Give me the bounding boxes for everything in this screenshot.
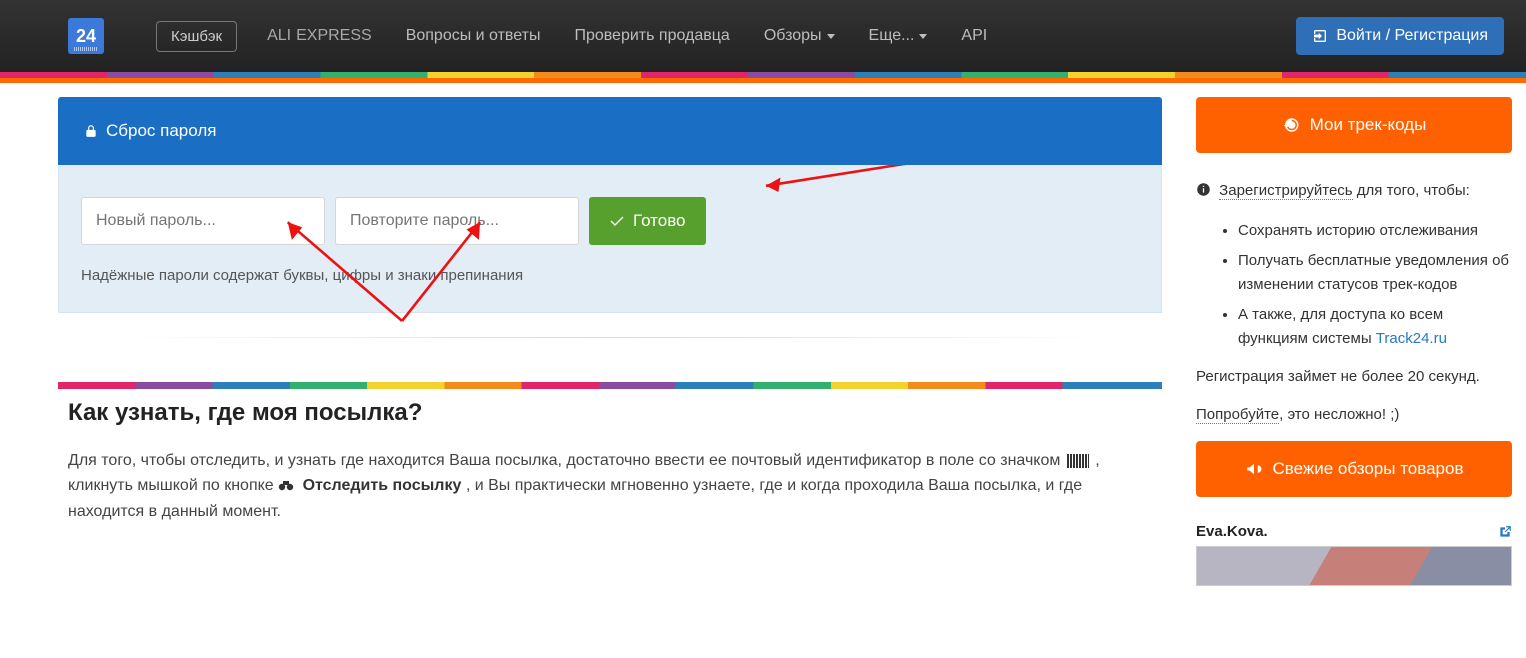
nav-cashback[interactable]: Кэшбэк [156,21,237,52]
reset-password-header: Сброс пароля [58,97,1162,165]
review-author[interactable]: Eva.Kova. [1196,523,1268,540]
site-link[interactable]: Track24.ru [1376,330,1447,347]
article-heading: Как узнать, где моя посылка? [68,399,1152,427]
faded-divider [114,337,1106,338]
sidebar: Мои трек-коды Зарегистрируйтесь для того… [1196,97,1512,586]
article-paragraph: Для того, чтобы отследить, и узнать где … [68,449,1152,524]
sidebar-register-block: Зарегистрируйтесь для того, чтобы: Сохра… [1196,179,1512,427]
info-icon [1196,181,1211,205]
benefit-list: Сохранять историю отслеживания Получать … [1196,219,1512,351]
nav-more[interactable]: Еще... [869,27,928,45]
nav-api[interactable]: API [961,27,987,45]
my-trackcodes-label: Мои трек-коды [1310,115,1427,135]
article-text-a: Для того, чтобы отследить, и узнать где … [68,452,1065,469]
review-thumbnail[interactable] [1196,546,1512,586]
benefit-item: Получать бесплатные уведомления об измен… [1238,249,1512,297]
ali-part2: EXPRESS [296,27,372,45]
track-package-bold: Отследить посылку [303,477,462,494]
annotation-arrows [59,165,1161,342]
nav-aliexpress[interactable]: ALI EXPRESS [267,27,372,45]
login-label: Войти / Регистрация [1336,27,1488,45]
password-hint: Надёжные пароли содержат буквы, цифры и … [81,267,1139,284]
new-password-input[interactable] [81,197,325,245]
reset-password-panel: Готово Надёжные пароли содержат буквы, ц… [58,165,1162,313]
my-trackcodes-button[interactable]: Мои трек-коды [1196,97,1512,153]
megaphone-icon [1245,460,1263,478]
reset-password-title: Сброс пароля [106,121,216,141]
try-link[interactable]: Попробуйте [1196,406,1279,424]
site-logo[interactable]: 24 [68,18,104,54]
nav-more-label: Еще... [869,27,915,45]
repeat-password-input[interactable] [335,197,579,245]
chevron-down-icon [919,34,927,39]
nav-questions-answers[interactable]: Вопросы и ответы [406,27,541,45]
nav-check-seller[interactable]: Проверить продавца [574,27,729,45]
benefit-item: А также, для доступа ко всем функциям си… [1238,303,1512,351]
navbar: 24 Кэшбэк ALI EXPRESS Вопросы и ответы Пр… [0,0,1526,72]
try-tail: , это несложно! ;) [1279,406,1399,423]
login-register-button[interactable]: Войти / Регистрация [1296,17,1504,55]
lock-icon [84,123,98,139]
register-tail: для того, чтобы: [1353,182,1470,199]
fresh-reviews-button[interactable]: Свежие обзоры товаров [1196,441,1512,497]
main-column: Сброс пароля Готово Надёжные пароли соде… [58,97,1162,534]
benefit-item: Сохранять историю отслеживания [1238,219,1512,243]
nav-reviews-label: Обзоры [764,27,822,45]
article: Как узнать, где моя посылка? Для того, ч… [58,389,1162,524]
nav-reviews[interactable]: Обзоры [764,27,835,45]
submit-button[interactable]: Готово [589,197,706,245]
register-time: Регистрация займет не более 20 секунд. [1196,365,1512,389]
external-link-icon[interactable] [1498,525,1512,539]
binoculars-icon [278,475,294,500]
history-icon [1282,116,1300,134]
check-icon [609,214,625,228]
barcode-icon [1067,454,1089,468]
login-icon [1312,28,1328,44]
submit-label: Готово [633,211,686,231]
chevron-down-icon [827,34,835,39]
rainbow-divider [58,382,1162,389]
register-link[interactable]: Зарегистрируйтесь [1219,182,1352,200]
ali-part1: ALI [267,27,291,45]
fresh-reviews-label: Свежие обзоры товаров [1273,459,1464,479]
